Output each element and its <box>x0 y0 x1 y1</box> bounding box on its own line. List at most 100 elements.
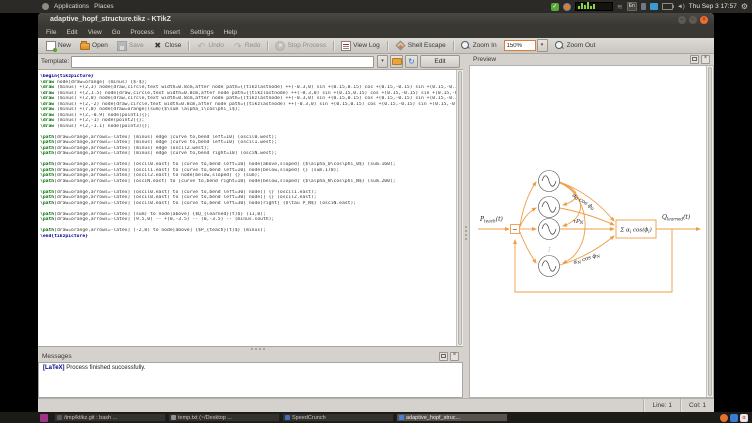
clock[interactable]: Thu Sep 3 17:57 <box>689 3 737 10</box>
session-gear-icon[interactable]: ⚙ <box>741 2 748 12</box>
code-command: \path <box>40 217 54 222</box>
code-text: [draw=orange,arrows=-latex] (oscil0.east… <box>54 162 395 167</box>
tau-pn-label: τPN <box>573 219 584 225</box>
close-button[interactable]: Close <box>149 40 186 52</box>
messages-float-button[interactable] <box>439 352 448 361</box>
taskbar-tray: α <box>720 414 750 422</box>
preview-float-button[interactable] <box>690 55 699 64</box>
menu-file[interactable]: File <box>42 28 60 37</box>
new-button[interactable]: New <box>42 40 75 52</box>
places-menu[interactable]: Places <box>94 3 114 10</box>
editor-pane: Template: ▾ ↻ Edit \begin{tikzpicture}\d… <box>38 54 463 398</box>
shell-escape-button[interactable]: Shell Escape <box>391 40 450 51</box>
q-learned-label: Qlearned(t) <box>662 214 691 221</box>
code-text: [draw=orange,arrows=-latex] (minus) edge… <box>54 135 277 140</box>
keyboard-layout-indicator[interactable]: En <box>627 2 637 11</box>
preview-pane: Preview <box>469 54 714 398</box>
code-command: \path <box>40 195 54 200</box>
messages-close-button[interactable] <box>450 352 459 361</box>
minimize-button[interactable] <box>678 16 686 24</box>
taskbar-item[interactable]: /tmp/ktikz.git : bash ... <box>54 413 166 422</box>
ktikz-icon <box>399 415 404 420</box>
menu-edit[interactable]: Edit <box>62 28 81 37</box>
menu-view[interactable]: View <box>84 28 106 37</box>
messaging-icon[interactable] <box>650 3 658 10</box>
template-input[interactable] <box>71 56 374 68</box>
taskbar-item-label: adaptive_hopf_struc... <box>406 415 460 421</box>
maximize-button[interactable] <box>689 16 697 24</box>
template-open-button[interactable] <box>390 55 403 68</box>
code-command: \path <box>40 151 54 156</box>
taskbar-item[interactable]: adaptive_hopf_struc... <box>396 413 508 422</box>
template-dropdown-arrow[interactable]: ▾ <box>377 55 388 68</box>
zoom-in-button[interactable]: Zoom In <box>457 40 501 52</box>
close-window-button[interactable] <box>700 16 708 24</box>
code-command: \draw <box>40 96 54 101</box>
bluetooth-icon[interactable] <box>641 3 646 10</box>
distro-logo-icon[interactable] <box>42 3 49 10</box>
stop-process-icon <box>275 41 285 51</box>
code-command: \end{tikzpicture} <box>40 234 88 239</box>
code-command: \path <box>40 190 54 195</box>
code-text: (minus) +(2,0) node[draw,circle,text wid… <box>54 96 461 101</box>
speedcrunch-tray-icon[interactable]: α <box>740 414 748 422</box>
preview-title: Preview <box>473 56 496 63</box>
editor-scrollbar-thumb[interactable] <box>458 71 462 345</box>
menu-help[interactable]: Help <box>220 28 241 37</box>
zoom-out-button[interactable]: Zoom Out <box>551 40 600 52</box>
status-bar: Line: 1 Col: 1 <box>38 398 714 412</box>
open-button[interactable]: Open <box>76 40 112 51</box>
code-command: \path <box>40 135 54 140</box>
indicator-icon[interactable] <box>563 3 571 11</box>
code-text: (minus) +(2,1.5) node[draw,circle,text w… <box>54 91 461 96</box>
editor-scrollbar[interactable] <box>456 70 463 346</box>
code-text: [draw=orange,arrows=-latex] (minus) edge… <box>54 151 277 156</box>
code-command: \path <box>40 173 54 178</box>
code-line: \end{tikzpicture} <box>40 234 461 240</box>
desktop-top-panel: Applications Places ✓ ≋ En ◄) Thu Sep 3 … <box>0 0 752 13</box>
preview-close-button[interactable] <box>701 55 710 64</box>
toolbar-button-label: Stop Process <box>287 42 326 49</box>
taskbar-item-label: /tmp/ktikz.git : bash ... <box>64 415 117 421</box>
close-icon <box>153 41 163 51</box>
menu-go[interactable]: Go <box>108 28 125 37</box>
firefox-icon[interactable] <box>720 414 728 422</box>
menu-process[interactable]: Process <box>126 28 157 37</box>
latex-tag: [LaTeX] <box>43 365 65 371</box>
code-editor[interactable]: \begin{tikzpicture}\draw node[draw=orang… <box>38 69 463 347</box>
alpha0-edge-label: α0 cos ϕ0 <box>571 193 596 212</box>
stop-process-button: Stop Process <box>271 40 330 52</box>
browser-icon[interactable] <box>730 414 738 422</box>
applications-menu[interactable]: Applications <box>54 3 89 10</box>
sound-meter-widget[interactable] <box>575 2 613 11</box>
volume-icon[interactable]: ◄) <box>677 4 685 10</box>
updates-ok-icon[interactable]: ✓ <box>551 3 559 11</box>
code-text: [draw=orange,arrows=-latex] (9.5,0) -- +… <box>54 217 274 222</box>
preview-scrollbar[interactable] <box>706 66 713 397</box>
p-teach-label: Pteach(t) <box>479 216 504 223</box>
taskbar-item[interactable]: temp.txt (~/Desktop ... <box>168 413 280 422</box>
template-edit-button[interactable]: Edit <box>420 55 460 68</box>
workspace-switcher-icon[interactable] <box>40 414 48 422</box>
view-log-button[interactable]: View Log <box>337 40 384 52</box>
view-log-icon <box>341 41 351 51</box>
horizontal-splitter[interactable] <box>38 347 463 351</box>
template-reload-button[interactable]: ↻ <box>405 55 418 68</box>
window-titlebar[interactable]: adaptive_hopf_structure.tikz - KTikZ <box>38 13 714 26</box>
menu-bar: FileEditViewGoProcessInsertSettingsHelp <box>38 26 714 38</box>
menu-settings[interactable]: Settings <box>186 28 218 37</box>
menu-insert[interactable]: Insert <box>160 28 184 37</box>
hopf-diagram: − ⋮ Pteach(t) Qlearned(t) Σ αi cos(ϕi) α… <box>470 66 714 398</box>
code-command: \draw <box>40 113 54 118</box>
preview-scrollbar-thumb[interactable] <box>708 67 712 396</box>
wifi-icon[interactable]: ≋ <box>617 3 623 11</box>
code-text: (minus) +(2,-1) node(point2){}; <box>54 118 144 123</box>
battery-icon[interactable] <box>662 3 673 10</box>
taskbar-item-label: SpeedCrunch <box>292 415 326 421</box>
open-icon <box>80 43 90 50</box>
text-editor-icon <box>171 415 176 420</box>
zoom-level-input[interactable] <box>504 40 536 51</box>
redo-icon <box>233 41 243 51</box>
taskbar-item[interactable]: SpeedCrunch <box>282 413 394 422</box>
zoom-combo-arrow[interactable]: ▾ <box>537 39 548 52</box>
